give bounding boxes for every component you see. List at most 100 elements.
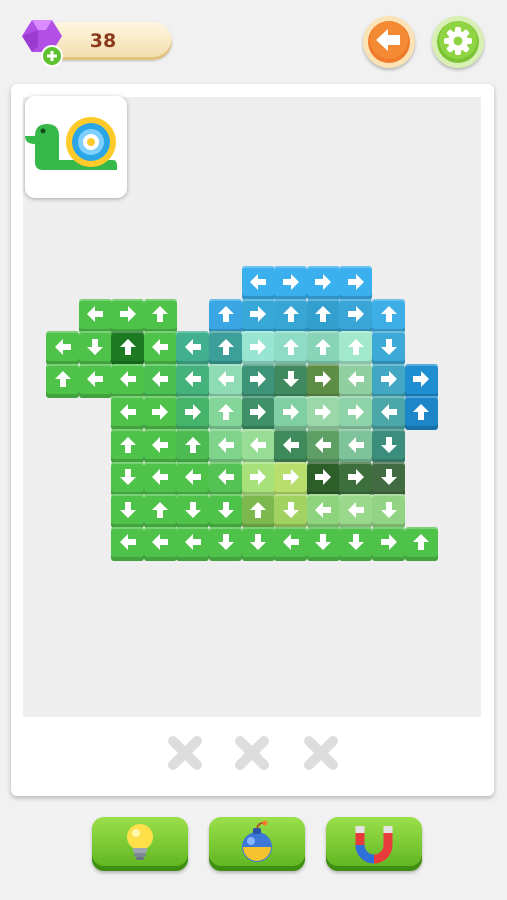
arrow-tile-right[interactable] bbox=[111, 298, 145, 333]
arrow-tile-left[interactable] bbox=[339, 429, 373, 463]
arrow-tile-right[interactable] bbox=[306, 266, 340, 300]
arrow-tile-up[interactable] bbox=[339, 331, 373, 366]
arrow-tile-right[interactable] bbox=[143, 396, 177, 431]
arrow-tile-down[interactable] bbox=[372, 331, 405, 366]
arrow-tile-up[interactable] bbox=[274, 298, 308, 333]
arrow-down-icon bbox=[87, 338, 104, 355]
arrow-tile-left[interactable] bbox=[241, 429, 275, 463]
bomb-booster-button[interactable] bbox=[209, 817, 305, 871]
arrow-tile-down[interactable] bbox=[176, 494, 210, 529]
arrow-left-icon bbox=[347, 371, 364, 388]
arrow-tile-left[interactable] bbox=[46, 331, 79, 366]
arrow-tile-right[interactable] bbox=[339, 461, 373, 496]
arrow-tile-down[interactable] bbox=[241, 526, 275, 561]
arrow-tile-down[interactable] bbox=[209, 526, 242, 561]
arrow-tile-up[interactable] bbox=[209, 331, 242, 366]
arrow-tile-down[interactable] bbox=[372, 494, 405, 529]
arrow-tile-down[interactable] bbox=[78, 331, 112, 366]
arrow-tile-left[interactable] bbox=[176, 526, 210, 561]
arrow-tile-up[interactable] bbox=[306, 298, 340, 333]
arrow-tile-right[interactable] bbox=[176, 396, 210, 431]
arrow-tile-up[interactable] bbox=[274, 331, 308, 366]
arrow-tile-up[interactable] bbox=[372, 298, 405, 333]
arrow-tile-up[interactable] bbox=[143, 298, 177, 333]
arrow-tile-left[interactable] bbox=[176, 363, 210, 398]
arrow-tile-right[interactable] bbox=[241, 396, 275, 431]
arrow-tile-left[interactable] bbox=[209, 429, 242, 463]
arrow-tile-left[interactable] bbox=[143, 526, 177, 561]
arrow-tile-left[interactable] bbox=[111, 396, 145, 431]
arrow-tile-down[interactable] bbox=[372, 429, 405, 463]
magnet-booster-button[interactable] bbox=[326, 817, 422, 871]
arrow-tile-right[interactable] bbox=[306, 396, 340, 431]
arrow-tile-up[interactable] bbox=[209, 396, 242, 431]
arrow-left-icon bbox=[184, 469, 201, 486]
arrow-tile-left[interactable] bbox=[143, 461, 177, 496]
arrow-tile-left[interactable] bbox=[209, 363, 242, 398]
arrow-tile-left[interactable] bbox=[339, 363, 373, 398]
arrow-tile-left[interactable] bbox=[241, 266, 275, 300]
arrow-tile-down[interactable] bbox=[209, 494, 242, 529]
arrow-tile-left[interactable] bbox=[176, 331, 210, 366]
arrow-down-icon bbox=[217, 534, 234, 551]
arrow-tile-up[interactable] bbox=[46, 363, 79, 398]
arrow-up-icon bbox=[119, 338, 136, 355]
arrow-tile-up[interactable] bbox=[143, 494, 177, 529]
arrow-tile-right[interactable] bbox=[372, 363, 405, 398]
arrow-tile-left[interactable] bbox=[339, 494, 373, 529]
arrow-tile-down[interactable] bbox=[306, 526, 340, 561]
arrow-tile-right[interactable] bbox=[339, 266, 373, 300]
arrow-tile-up[interactable] bbox=[209, 298, 242, 333]
arrow-tile-right[interactable] bbox=[372, 526, 405, 561]
arrow-tile-right[interactable] bbox=[241, 461, 275, 496]
arrow-tile-left[interactable] bbox=[274, 429, 308, 463]
arrow-tile-left[interactable] bbox=[143, 429, 177, 463]
arrow-tile-down[interactable] bbox=[111, 461, 145, 496]
back-button[interactable] bbox=[363, 16, 415, 68]
snail-icon bbox=[25, 117, 117, 170]
arrow-tile-up[interactable] bbox=[111, 331, 145, 366]
arrow-tile-right[interactable] bbox=[274, 266, 308, 300]
arrow-down-icon bbox=[380, 501, 397, 518]
arrow-tile-left[interactable] bbox=[111, 526, 145, 561]
arrow-tile-down[interactable] bbox=[274, 363, 308, 398]
arrow-tile-left[interactable] bbox=[78, 363, 112, 398]
arrow-down-icon bbox=[282, 501, 299, 518]
arrow-tile-right[interactable] bbox=[339, 396, 373, 431]
hint-booster-button[interactable] bbox=[92, 817, 188, 871]
arrow-up-icon bbox=[282, 306, 299, 323]
arrow-tile-right[interactable] bbox=[274, 461, 308, 496]
arrow-tile-up[interactable] bbox=[111, 429, 145, 463]
settings-button[interactable] bbox=[432, 16, 484, 68]
arrow-tile-left[interactable] bbox=[209, 461, 242, 496]
arrow-tile-right[interactable] bbox=[306, 363, 340, 398]
arrow-tile-down[interactable] bbox=[111, 494, 145, 529]
arrow-tile-right[interactable] bbox=[241, 298, 275, 333]
arrow-tile-down[interactable] bbox=[372, 461, 405, 496]
arrow-tile-up[interactable] bbox=[176, 429, 210, 463]
arrow-tile-right[interactable] bbox=[339, 298, 373, 333]
arrow-tile-right[interactable] bbox=[404, 363, 438, 398]
arrow-tile-down[interactable] bbox=[339, 526, 373, 561]
arrow-tile-left[interactable] bbox=[372, 396, 405, 431]
arrow-tile-right[interactable] bbox=[306, 461, 340, 496]
arrow-tile-left[interactable] bbox=[143, 331, 177, 366]
arrow-tile-up[interactable] bbox=[241, 494, 275, 529]
arrow-tile-left[interactable] bbox=[176, 461, 210, 496]
arrow-tile-right[interactable] bbox=[241, 363, 275, 398]
arrow-tile-left[interactable] bbox=[143, 363, 177, 398]
arrow-tile-left[interactable] bbox=[78, 298, 112, 333]
arrow-tile-left[interactable] bbox=[274, 526, 308, 561]
arrow-tile-up[interactable] bbox=[404, 396, 438, 431]
gem-plus-icon[interactable] bbox=[18, 16, 66, 68]
arrow-tile-left[interactable] bbox=[111, 363, 145, 398]
arrow-tile-down[interactable] bbox=[274, 494, 308, 529]
arrow-tile-right[interactable] bbox=[274, 396, 308, 431]
arrow-tile-up[interactable] bbox=[306, 331, 340, 366]
arrow-right-icon bbox=[119, 306, 136, 323]
arrow-tile-up[interactable] bbox=[404, 526, 438, 561]
arrow-tile-left[interactable] bbox=[306, 429, 340, 463]
arrow-tile-left[interactable] bbox=[306, 494, 340, 529]
arrow-tile-right[interactable] bbox=[241, 331, 275, 366]
arrow-right-icon bbox=[250, 371, 267, 388]
